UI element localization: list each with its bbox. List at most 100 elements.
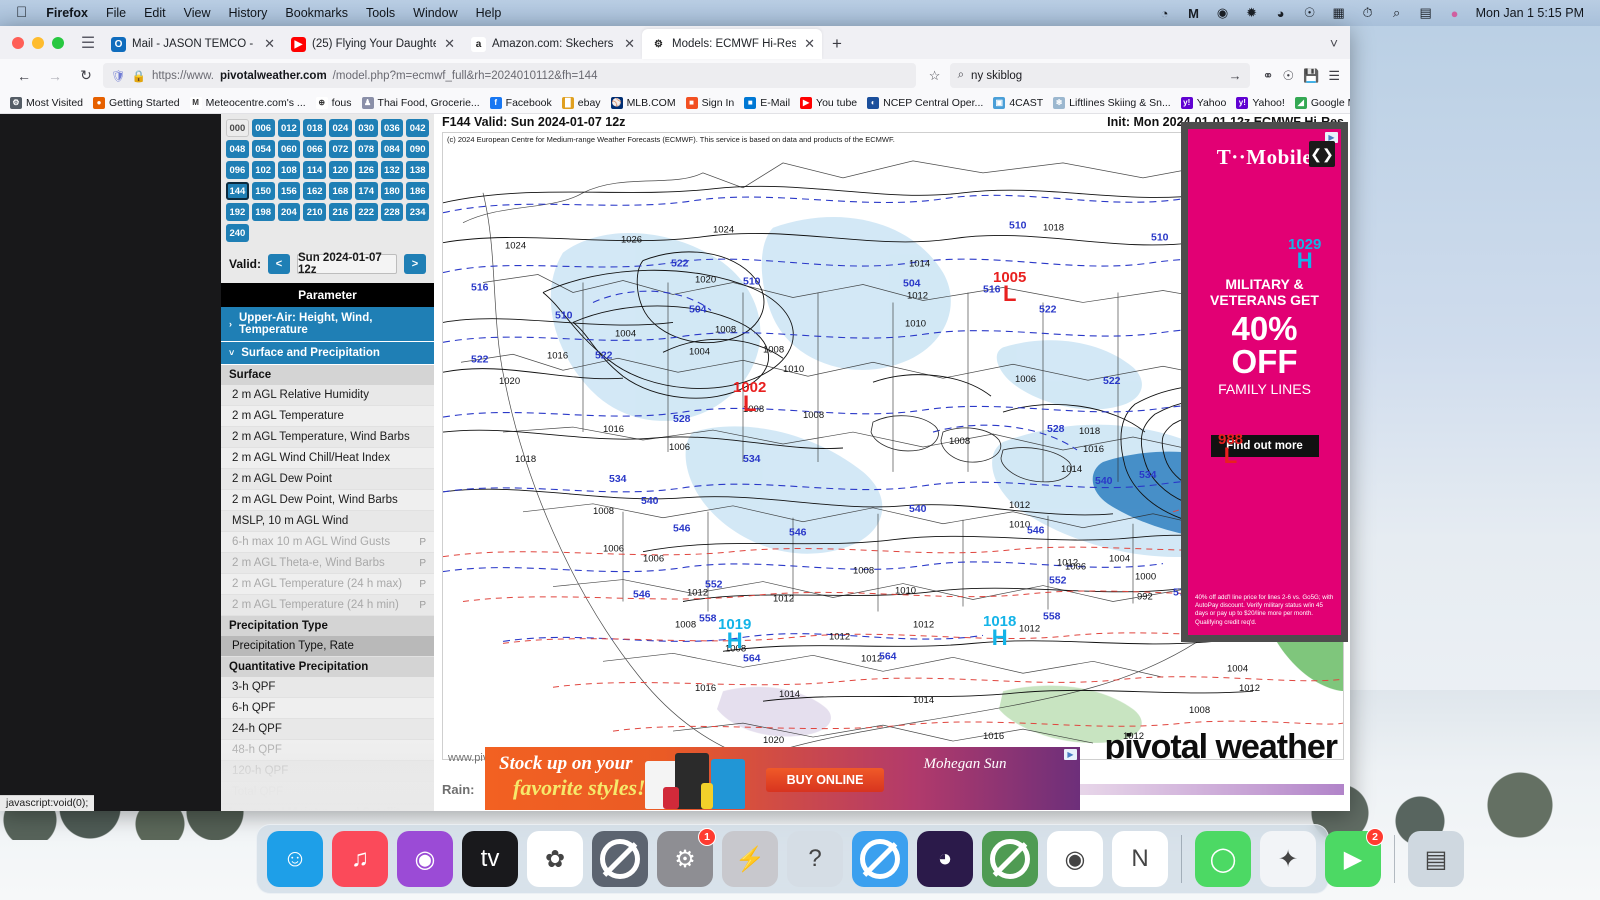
forecast-hour-button[interactable]: 234 <box>406 203 429 221</box>
tab-close-icon[interactable]: ✕ <box>622 36 635 52</box>
dock-item-app-store-blocked[interactable] <box>592 831 648 887</box>
parameter-item[interactable]: 2 m AGL Wind Chill/Heat Index <box>221 448 434 469</box>
bookmark-item[interactable]: fFacebook <box>486 95 556 111</box>
forecast-hour-button[interactable]: 240 <box>226 224 249 242</box>
dock-item-disc-utility[interactable]: ⚡ <box>722 831 778 887</box>
bluetooth-icon[interactable]: ✹ <box>1244 5 1260 21</box>
parameter-item[interactable]: 2 m AGL Dew Point <box>221 469 434 490</box>
menu-window[interactable]: Window <box>404 6 466 20</box>
dock-item-apple-tv[interactable]: tv <box>462 831 518 887</box>
bookmark-item[interactable]: ♟Thai Food, Grocerie... <box>358 95 484 111</box>
reload-button[interactable]: ↻ <box>72 63 100 89</box>
forecast-hour-button[interactable]: 126 <box>355 161 378 179</box>
dock-item-excel-blocked[interactable] <box>982 831 1038 887</box>
forecast-hour-button[interactable]: 090 <box>406 140 429 158</box>
lock-icon[interactable]: 🔒 <box>132 69 146 83</box>
dock-item-system-settings[interactable]: ⚙1 <box>657 831 713 887</box>
bookmark-item[interactable]: ⊕fous <box>312 95 356 111</box>
search-input-value[interactable]: ny skiblog <box>971 70 1022 82</box>
forecast-hour-button[interactable]: 060 <box>278 140 301 158</box>
forecast-hour-button[interactable]: 072 <box>329 140 352 158</box>
parameter-item[interactable]: 24-h QPF <box>221 719 434 740</box>
parameter-item[interactable]: Precipitation Type, Rate <box>221 636 434 657</box>
dock-item-photos[interactable]: ✿ <box>527 831 583 887</box>
menu-view[interactable]: View <box>175 6 220 20</box>
bookmark-item[interactable]: y!Yahoo <box>1177 95 1231 111</box>
dock-item-music[interactable]: ♫ <box>332 831 388 887</box>
menu-file[interactable]: File <box>97 6 135 20</box>
back-button[interactable]: ← <box>10 63 38 89</box>
forecast-hour-button[interactable]: 012 <box>278 119 301 137</box>
parameter-item[interactable]: 6-h QPF <box>221 698 434 719</box>
adchoices-icon-bottom[interactable]: ▶ <box>1064 749 1077 760</box>
forecast-hour-button[interactable]: 024 <box>329 119 352 137</box>
url-bar[interactable]: 🛡 🔒 https://www.pivotalweather.com/model… <box>103 63 916 88</box>
bookmark-item[interactable]: ◐NCEP Central Oper... <box>863 95 987 111</box>
search-go-icon[interactable]: → <box>1229 68 1242 83</box>
wifi-icon[interactable]: ◕ <box>1273 5 1289 21</box>
forecast-hour-button[interactable]: 066 <box>303 140 326 158</box>
bookmark-item[interactable]: ⚙Most Visited <box>6 95 87 111</box>
tab-overflow-icon[interactable]: ˅ <box>1330 26 1350 59</box>
bookmark-item[interactable]: ■E-Mail <box>740 95 794 111</box>
user-icon[interactable]: ☉ <box>1302 5 1318 21</box>
malware-shield-icon[interactable]: M <box>1186 5 1202 21</box>
forecast-hour-button[interactable]: 036 <box>381 119 404 137</box>
bookmark-item[interactable]: ●Getting Started <box>89 95 184 111</box>
browser-tab[interactable]: OMail - JASON TEMCO - Outlook✕ <box>102 29 282 59</box>
dock-item-chrome[interactable]: ◉ <box>1047 831 1103 887</box>
valid-next-button[interactable]: > <box>404 254 426 274</box>
bookmark-item[interactable]: ■Sign In <box>682 95 739 111</box>
ad-bottom-cta[interactable]: BUY ONLINE <box>766 768 884 792</box>
forecast-hour-button[interactable]: 048 <box>226 140 249 158</box>
parameter-item[interactable]: 2 m AGL Temperature, Wind Barbs <box>221 427 434 448</box>
maximize-window-button[interactable] <box>52 37 64 49</box>
forecast-hour-button[interactable]: 138 <box>406 161 429 179</box>
menu-bar-clock[interactable]: Mon Jan 1 5:15 PM <box>1476 6 1584 20</box>
bookmark-item[interactable]: ▶You tube <box>796 95 861 111</box>
control-center-icon[interactable]: ▤ <box>1418 5 1434 21</box>
share-icon[interactable]: ❮❯ <box>1309 141 1335 167</box>
forward-button[interactable]: → <box>41 63 69 89</box>
dock-item-safari[interactable]: ✦ <box>1260 831 1316 887</box>
parameter-item[interactable]: MSLP, 10 m AGL Wind <box>221 511 434 532</box>
close-window-button[interactable] <box>12 37 24 49</box>
forecast-hour-button[interactable]: 186 <box>406 182 429 200</box>
menu-edit[interactable]: Edit <box>135 6 175 20</box>
valid-prev-button[interactable]: < <box>268 254 290 274</box>
dock-item-news[interactable]: N <box>1112 831 1168 887</box>
dock-item-messages[interactable]: ◯ <box>1195 831 1251 887</box>
bookmark-star-icon[interactable]: ☆ <box>923 68 947 84</box>
new-tab-button[interactable]: + <box>822 29 852 59</box>
menu-firefox[interactable]: Firefox <box>37 6 97 20</box>
account-icon[interactable]: ☉ <box>1283 68 1295 84</box>
forecast-hour-button[interactable]: 162 <box>303 182 326 200</box>
forecast-hour-button[interactable]: 192 <box>226 203 249 221</box>
bookmark-item[interactable]: MMeteocentre.com's ... <box>186 95 310 111</box>
forecast-hour-button[interactable]: 216 <box>329 203 352 221</box>
forecast-hour-button[interactable]: 228 <box>381 203 404 221</box>
forecast-hour-button[interactable]: 084 <box>381 140 404 158</box>
forecast-hour-button[interactable]: 042 <box>406 119 429 137</box>
forecast-hour-button[interactable]: 120 <box>329 161 352 179</box>
bookmark-item[interactable]: ◢Google Maps <box>1291 95 1350 111</box>
forecast-hour-button[interactable]: 150 <box>252 182 275 200</box>
bookmark-item[interactable]: ▣4CAST <box>989 95 1047 111</box>
bookmark-item[interactable]: ❄Liftlines Skiing & Sn... <box>1049 95 1175 111</box>
forecast-hour-button[interactable]: 108 <box>278 161 301 179</box>
parameter-item[interactable]: 2 m AGL Relative Humidity <box>221 385 434 406</box>
tab-close-icon[interactable]: ✕ <box>802 36 815 52</box>
forecast-hour-button[interactable]: 096 <box>226 161 249 179</box>
forecast-hour-button[interactable]: 144 <box>226 182 249 200</box>
forecast-hour-button[interactable]: 174 <box>355 182 378 200</box>
forecast-hour-button[interactable]: 054 <box>252 140 275 158</box>
search-bar[interactable]: ⌕ ny skiblog → <box>950 63 1250 88</box>
dock-item-podcasts[interactable]: ◉ <box>397 831 453 887</box>
dock-item-facetime[interactable]: ▶2 <box>1325 831 1381 887</box>
bookmark-item[interactable]: y!Yahoo! <box>1232 95 1289 111</box>
forecast-hour-button[interactable]: 114 <box>303 161 326 179</box>
menu-tools[interactable]: Tools <box>357 6 404 20</box>
forecast-hour-button[interactable]: 198 <box>252 203 275 221</box>
parameter-item[interactable]: 2 m AGL Temperature <box>221 406 434 427</box>
browser-tab[interactable]: aAmazon.com: Skechers Men's D✕ <box>462 29 642 59</box>
